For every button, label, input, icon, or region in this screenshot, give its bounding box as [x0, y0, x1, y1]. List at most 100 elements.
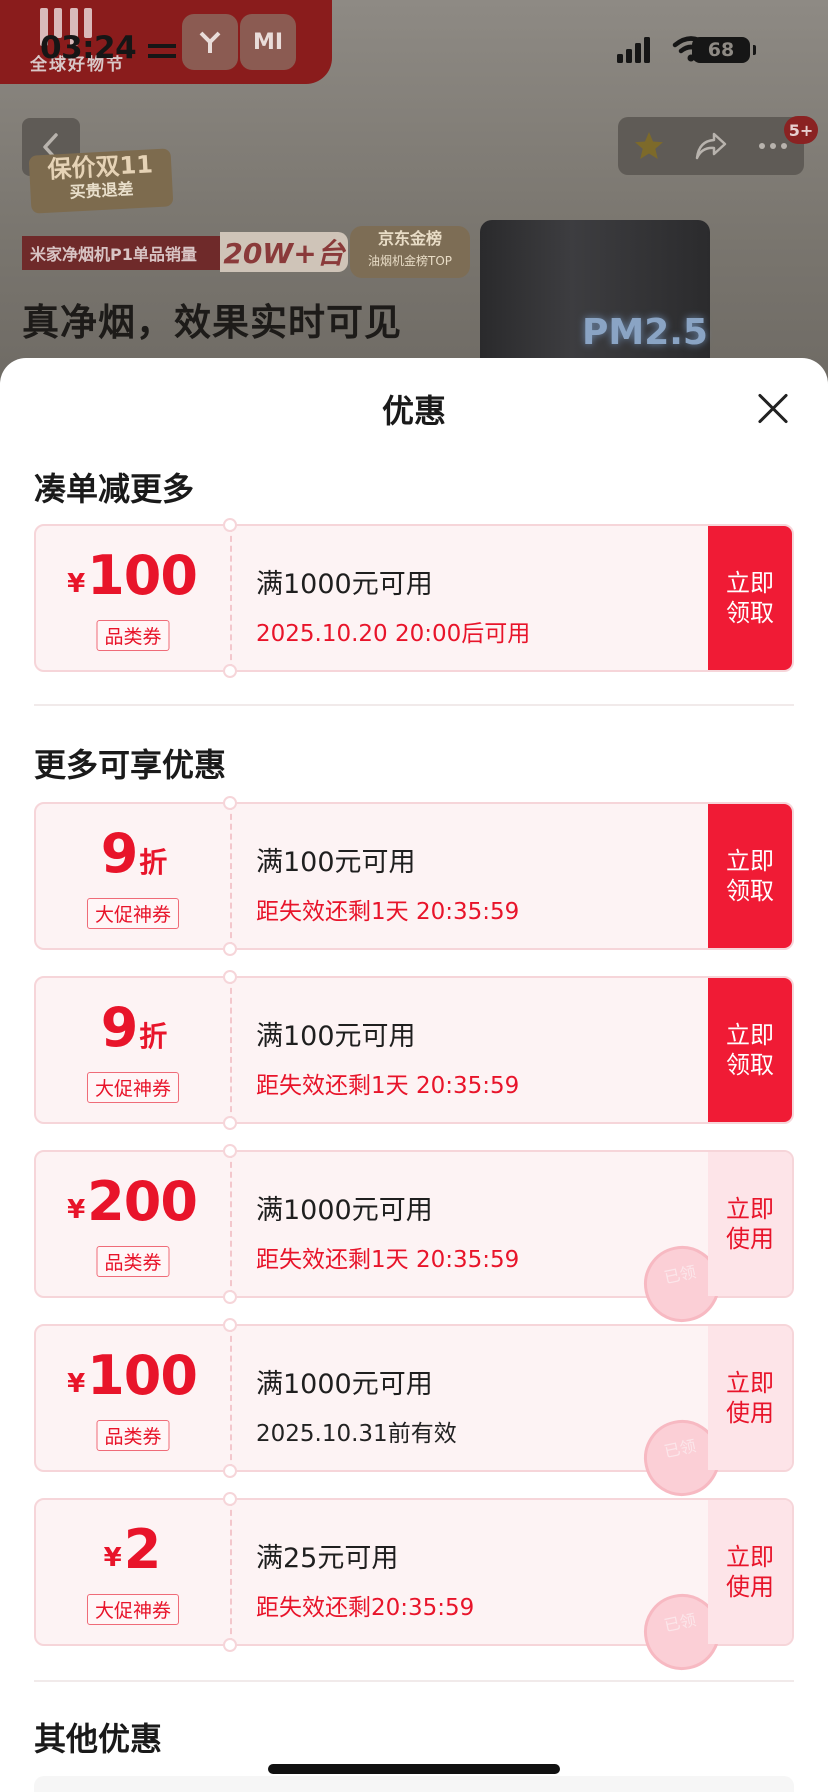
- coupon-value-area: ¥100 品类券: [36, 526, 230, 670]
- coupon-validity: 2025.10.31前有效: [256, 1421, 457, 1447]
- coupon-type-tag: 品类券: [96, 620, 170, 651]
- product-headline: 真净烟，效果实时可见: [22, 301, 402, 344]
- share-icon[interactable]: [686, 121, 736, 171]
- coupon-value-area: 9折 大促神券: [36, 978, 230, 1122]
- coupon-value-area: ¥200 品类券: [36, 1152, 230, 1296]
- coupon-divider: [230, 804, 232, 948]
- use-coupon-button[interactable]: 立即使用: [708, 1326, 792, 1470]
- coupon-currency: ¥: [103, 1543, 122, 1573]
- section-divider: [34, 704, 794, 706]
- coupon-notch: [223, 942, 237, 956]
- message-count-badge: 5+: [784, 116, 818, 144]
- coupon-button-label: 立即领取: [726, 1021, 774, 1079]
- ranking-badge-sub: 油烟机金榜TOP: [367, 254, 452, 268]
- coupon-amount: 9: [100, 996, 139, 1059]
- coupon-card: ¥2 大促神券 满25元可用 距失效还剩20:35:59 已领 立即使用: [34, 1492, 794, 1678]
- coupon-value: ¥2: [36, 1518, 230, 1581]
- coupon-currency: ¥: [67, 569, 86, 599]
- coupon-value: ¥100: [36, 544, 230, 607]
- coupon-card: 9折 大促神券 满100元可用 距失效还剩1天 20:35:59 立即领取: [34, 796, 794, 956]
- sleep-focus-icon: [148, 44, 176, 58]
- sales-tag: 米家净烟机P1单品销量: [22, 236, 222, 270]
- coupon-card: ¥100 品类券 满1000元可用 2025.10.31前有效 已领 立即使用: [34, 1318, 794, 1504]
- coupon-divider: [230, 1152, 232, 1296]
- coupon-value: 9折: [36, 822, 230, 885]
- coupon-notch: [223, 1638, 237, 1652]
- ranking-badge-title: 京东金榜: [377, 229, 442, 248]
- claim-coupon-button[interactable]: 立即领取: [708, 978, 792, 1122]
- coupon-condition: 满1000元可用: [256, 1369, 433, 1400]
- coupon-notch: [223, 1318, 237, 1332]
- coupon-validity: 距失效还剩1天 20:35:59: [256, 899, 520, 925]
- favorite-star-icon[interactable]: [624, 121, 674, 171]
- coupon-type-tag: 大促神券: [86, 1072, 180, 1103]
- coupon-type-tag: 品类券: [96, 1246, 170, 1277]
- other-discounts-card[interactable]: [34, 1776, 794, 1792]
- coupon-validity: 距失效还剩1天 20:35:59: [256, 1073, 520, 1099]
- coupon-condition: 满1000元可用: [256, 1195, 433, 1226]
- use-coupon-button[interactable]: 立即使用: [708, 1500, 792, 1644]
- section-divider: [34, 1680, 794, 1682]
- coupon-value: ¥200: [36, 1170, 230, 1233]
- coupon-divider: [230, 1326, 232, 1470]
- sales-number: 20W+台: [220, 232, 348, 272]
- coupon-notch: [223, 796, 237, 810]
- coupon-notch: [223, 664, 237, 678]
- coupon-divider: [230, 1500, 232, 1644]
- coupon-condition: 满100元可用: [256, 1021, 416, 1052]
- coupon-notch: [223, 1290, 237, 1304]
- coupon-button-label: 立即领取: [726, 847, 774, 905]
- coupon-value: 9折: [36, 996, 230, 1059]
- coupon-value: ¥100: [36, 1344, 230, 1407]
- coupon-divider: [230, 978, 232, 1122]
- coupon-button-label: 立即领取: [726, 569, 774, 627]
- coupon-unit: 折: [139, 1020, 168, 1053]
- coupon-unit: 折: [139, 846, 168, 879]
- coupon-card: ¥200 品类券 满1000元可用 距失效还剩1天 20:35:59 已领 立即…: [34, 1144, 794, 1330]
- ranking-badge: 京东金榜 油烟机金榜TOP: [350, 226, 470, 278]
- coupon-type-tag: 大促神券: [86, 898, 180, 929]
- coupon-value-area: ¥2 大促神券: [36, 1500, 230, 1644]
- section-title-more-discounts: 更多可享优惠: [34, 746, 227, 784]
- price-protection-badge: 保价双11 买贵退差: [28, 148, 174, 214]
- close-icon[interactable]: [756, 392, 790, 426]
- status-time: 03:24: [40, 30, 137, 66]
- coupon-validity: 距失效还剩1天 20:35:59: [256, 1247, 520, 1273]
- coupon-type-tag: 品类券: [96, 1420, 170, 1451]
- promo-badge-main: 保价双11: [46, 150, 154, 184]
- claim-coupon-button[interactable]: 立即领取: [708, 526, 792, 670]
- coupon-amount: 100: [87, 544, 198, 607]
- product-pm-label: PM2.5: [582, 312, 708, 353]
- coupon-value-area: 9折 大促神券: [36, 804, 230, 948]
- coupon-button-label: 立即使用: [726, 1369, 774, 1427]
- coupon-condition: 满25元可用: [256, 1543, 399, 1574]
- coupon-validity: 距失效还剩20:35:59: [256, 1595, 475, 1621]
- claim-coupon-button[interactable]: 立即领取: [708, 804, 792, 948]
- coupon-divider: [230, 526, 232, 670]
- product-action-bar: [618, 117, 804, 175]
- coupon-notch: [223, 518, 237, 532]
- coupon-notch: [223, 1116, 237, 1130]
- coupon-notch: [223, 970, 237, 984]
- product-page-backdrop[interactable]: PM2.5 全球好物节 MI 03:24 68 5+ 保价双11 买贵退差 米家…: [0, 0, 828, 420]
- signal-icon: [617, 35, 650, 63]
- coupon-currency: ¥: [67, 1195, 86, 1225]
- battery-indicator: 68: [692, 37, 756, 63]
- sheet-title: 优惠: [381, 392, 446, 430]
- section-title-more-orders: 凑单减更多: [34, 470, 195, 508]
- coupon-validity: 2025.10.20 20:00后可用: [256, 621, 531, 647]
- coupon-amount: 2: [123, 1518, 162, 1581]
- coupon-notch: [223, 1144, 237, 1158]
- coupon-button-label: 立即使用: [726, 1195, 774, 1253]
- coupon-amount: 200: [87, 1170, 198, 1233]
- coupon-sheet: 优惠 凑单减更多 ¥100 品类券 满1000元可用 2025.10.20 20…: [0, 358, 828, 1792]
- coupon-condition: 满100元可用: [256, 847, 416, 878]
- coupon-amount: 9: [100, 822, 139, 885]
- coupon-notch: [223, 1492, 237, 1506]
- use-coupon-button[interactable]: 立即使用: [708, 1152, 792, 1296]
- coupon-notch: [223, 1464, 237, 1478]
- section-title-other: 其他优惠: [34, 1720, 163, 1758]
- coupon-condition: 满1000元可用: [256, 569, 433, 600]
- coupon-value-area: ¥100 品类券: [36, 1326, 230, 1470]
- home-indicator[interactable]: [268, 1764, 560, 1774]
